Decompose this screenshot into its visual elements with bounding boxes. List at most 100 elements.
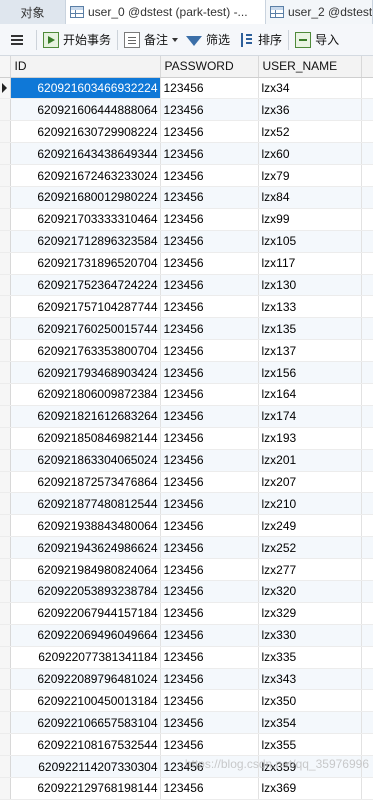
password-cell[interactable]: 123456	[160, 295, 259, 319]
sort-button[interactable]: 排序	[234, 27, 286, 53]
id-cell[interactable]: 620922129768198144	[10, 777, 161, 800]
table-row[interactable]: 620921630729908224 123456 lzx52	[0, 120, 373, 144]
row-marker[interactable]	[0, 558, 11, 581]
id-cell[interactable]: 620922100450013184	[10, 689, 161, 713]
user-name-cell[interactable]: lzx36	[258, 98, 362, 122]
row-marker[interactable]	[0, 471, 11, 494]
password-cell[interactable]: 123456	[160, 558, 259, 581]
row-marker[interactable]	[0, 602, 11, 625]
table-row[interactable]: 620922100450013184 123456 lzx350	[0, 689, 373, 713]
table-row[interactable]: 620921672463233024 123456 lzx79	[0, 164, 373, 187]
id-cell[interactable]: 620921731896520704	[10, 252, 161, 275]
password-cell[interactable]: 123456	[160, 383, 259, 406]
table-row[interactable]: 620922053893238784 123456 lzx320	[0, 580, 373, 603]
id-cell[interactable]: 620921606444888064	[10, 98, 161, 122]
user-name-cell[interactable]: lzx249	[258, 514, 362, 538]
id-cell[interactable]: 620921877480812544	[10, 492, 161, 516]
row-marker[interactable]	[0, 733, 11, 757]
id-cell[interactable]: 620921760250015744	[10, 317, 161, 341]
table-row[interactable]: 620921850846982144 123456 lzx193	[0, 427, 373, 450]
user-name-cell[interactable]: lzx329	[258, 602, 362, 625]
user-name-cell[interactable]: lzx330	[258, 624, 362, 647]
row-marker[interactable]	[0, 755, 11, 778]
row-marker[interactable]	[0, 711, 11, 735]
password-cell[interactable]: 123456	[160, 514, 259, 538]
user-name-cell[interactable]: lzx354	[258, 711, 362, 735]
user-name-cell[interactable]: lzx130	[258, 274, 362, 297]
table-row[interactable]: 620921806009872384 123456 lzx164	[0, 383, 373, 406]
row-marker[interactable]	[0, 186, 11, 209]
id-cell[interactable]: 620921872573476864	[10, 471, 161, 494]
password-cell[interactable]: 123456	[160, 733, 259, 757]
user-name-cell[interactable]: lzx174	[258, 405, 362, 428]
row-marker[interactable]	[0, 405, 11, 428]
password-cell[interactable]: 123456	[160, 208, 259, 231]
password-cell[interactable]: 123456	[160, 624, 259, 647]
user-name-cell[interactable]: lzx207	[258, 471, 362, 494]
user-name-cell[interactable]: lzx99	[258, 208, 362, 231]
id-cell[interactable]: 620921793468903424	[10, 361, 161, 384]
row-marker[interactable]	[0, 230, 11, 253]
column-header-password[interactable]: PASSWORD	[160, 56, 259, 78]
user-name-cell[interactable]: lzx84	[258, 186, 362, 209]
row-marker[interactable]	[0, 274, 11, 297]
user-name-cell[interactable]: lzx201	[258, 449, 362, 472]
table-row[interactable]: 620921760250015744 123456 lzx135	[0, 317, 373, 341]
user-name-cell[interactable]: lzx350	[258, 689, 362, 713]
password-cell[interactable]: 123456	[160, 711, 259, 735]
password-cell[interactable]: 123456	[160, 492, 259, 516]
row-marker[interactable]	[0, 689, 11, 713]
id-cell[interactable]: 620921984980824064	[10, 558, 161, 581]
password-cell[interactable]: 123456	[160, 339, 259, 363]
user-name-cell[interactable]: lzx135	[258, 317, 362, 341]
password-cell[interactable]: 123456	[160, 252, 259, 275]
column-header-id[interactable]: ID	[10, 56, 161, 78]
table-row[interactable]: 620921712896323584 123456 lzx105	[0, 230, 373, 253]
password-cell[interactable]: 123456	[160, 405, 259, 428]
id-cell[interactable]: 620921703333310464	[10, 208, 161, 231]
table-row[interactable]: 620921793468903424 123456 lzx156	[0, 361, 373, 384]
user-name-cell[interactable]: lzx369	[258, 777, 362, 800]
id-cell[interactable]: 620921757104287744	[10, 295, 161, 319]
table-row[interactable]: 620922089796481024 123456 lzx343	[0, 668, 373, 691]
password-cell[interactable]: 123456	[160, 602, 259, 625]
table-row[interactable]: 620921863304065024 123456 lzx201	[0, 449, 373, 472]
table-row[interactable]: 620921606444888064 123456 lzx36	[0, 98, 373, 122]
import-button[interactable]: 导入	[291, 27, 343, 53]
user-name-cell[interactable]: lzx193	[258, 427, 362, 450]
user-name-cell[interactable]: lzx79	[258, 164, 362, 187]
id-cell[interactable]: 620922053893238784	[10, 580, 161, 603]
table-row[interactable]: 620921877480812544 123456 lzx210	[0, 492, 373, 516]
user-name-cell[interactable]: lzx156	[258, 361, 362, 384]
user-name-cell[interactable]: lzx105	[258, 230, 362, 253]
user-name-cell[interactable]: lzx355	[258, 733, 362, 757]
row-marker[interactable]	[0, 252, 11, 275]
user-name-cell[interactable]: lzx34	[258, 77, 362, 100]
id-cell[interactable]: 620921850846982144	[10, 427, 161, 450]
password-cell[interactable]: 123456	[160, 580, 259, 603]
table-row[interactable]: 620921872573476864 123456 lzx207	[0, 471, 373, 494]
password-cell[interactable]: 123456	[160, 777, 259, 800]
password-cell[interactable]: 123456	[160, 471, 259, 494]
table-row[interactable]: 620921938843480064 123456 lzx249	[0, 514, 373, 538]
id-cell[interactable]: 620921680012980224	[10, 186, 161, 209]
id-cell[interactable]: 620922077381341184	[10, 646, 161, 669]
table-row[interactable]: 620921757104287744 123456 lzx133	[0, 295, 373, 319]
row-marker[interactable]	[0, 317, 11, 341]
table-row[interactable]: 620922077381341184 123456 lzx335	[0, 646, 373, 669]
user-name-cell[interactable]: lzx335	[258, 646, 362, 669]
data-grid[interactable]: ID PASSWORD USER_NAME 620921603466932224…	[0, 56, 373, 803]
id-cell[interactable]: 620921712896323584	[10, 230, 161, 253]
row-marker[interactable]	[0, 449, 11, 472]
table-row[interactable]: 620922129768198144 123456 lzx369	[0, 777, 373, 800]
user-name-cell[interactable]: lzx117	[258, 252, 362, 275]
note-button[interactable]: 备注	[120, 27, 182, 53]
id-cell[interactable]: 620922114207330304	[10, 755, 161, 778]
user-name-cell[interactable]: lzx277	[258, 558, 362, 581]
begin-transaction-button[interactable]: 开始事务	[39, 27, 115, 53]
password-cell[interactable]: 123456	[160, 77, 259, 100]
id-cell[interactable]: 620921863304065024	[10, 449, 161, 472]
row-marker[interactable]	[0, 142, 11, 166]
password-cell[interactable]: 123456	[160, 689, 259, 713]
id-cell[interactable]: 620922108167532544	[10, 733, 161, 757]
